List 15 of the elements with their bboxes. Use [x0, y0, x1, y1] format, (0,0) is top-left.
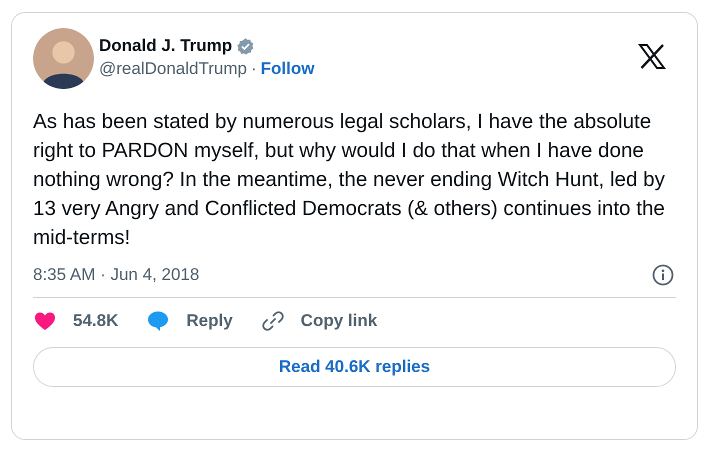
speech-bubble-icon[interactable] [146, 309, 170, 333]
x-logo-icon[interactable] [638, 44, 666, 69]
tweet-text: As has been stated by numerous legal scholars, I have the absolute right to PARDON myself, but why would I do that when I have done nothing wrong? In the meantime, the never ending Witch Hunt, led by 13 very Angry and Conflicted Democrats (& others) continues into the mid-terms! [33, 109, 666, 251]
info-icon[interactable] [652, 264, 674, 286]
like-label[interactable]: 54.8K [73, 311, 118, 331]
timestamp[interactable]: 8:35 AM · Jun 4, 2018 [33, 265, 200, 285]
reply-label[interactable]: Reply [186, 311, 233, 331]
avatar[interactable] [33, 28, 94, 89]
follow-link[interactable]: Follow [260, 59, 314, 79]
author-handle[interactable]: @realDonaldTrump [99, 59, 247, 79]
separator-dot: · [250, 59, 257, 79]
copy-label[interactable]: Copy link [300, 311, 378, 331]
read-replies-button[interactable]: Read 40.6K replies [33, 347, 676, 387]
link-icon[interactable] [260, 309, 285, 333]
author-name[interactable]: Donald J. Trump [99, 36, 232, 56]
